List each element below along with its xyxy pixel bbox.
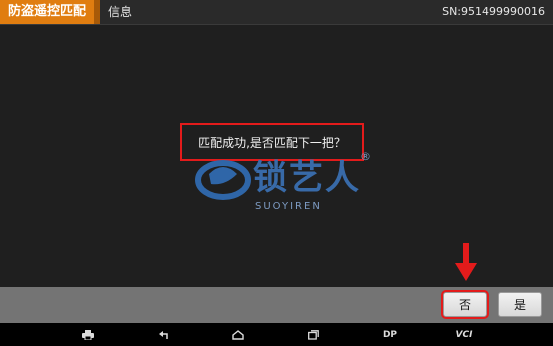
- recent-apps-icon[interactable]: [303, 323, 323, 346]
- registered-mark: ®: [360, 150, 371, 163]
- back-icon[interactable]: [154, 323, 174, 346]
- info-label: 信息: [108, 5, 133, 19]
- no-button[interactable]: 否: [441, 290, 489, 319]
- vci-button[interactable]: VCI: [450, 323, 478, 346]
- yes-button[interactable]: 是: [498, 292, 542, 317]
- watermark-sub: SUOYIREN: [255, 201, 322, 212]
- message-text: 匹配成功,是否匹配下一把？: [198, 135, 346, 150]
- watermark: 锁艺人 ® SUOYIREN: [195, 150, 375, 230]
- home-icon[interactable]: [228, 323, 248, 346]
- dp-label: DP: [382, 329, 398, 340]
- system-nav-bar: DP VCI: [0, 323, 553, 346]
- action-bar: 否 是: [0, 287, 553, 323]
- yes-button-label: 是: [513, 298, 526, 312]
- red-arrow-icon: [455, 243, 477, 281]
- dp-button[interactable]: DP: [378, 323, 402, 346]
- watermark-sub-text: SUOYIREN: [255, 201, 322, 212]
- no-button-label: 否: [458, 298, 471, 312]
- serial-number: SN:951499990016: [442, 5, 545, 18]
- watermark-brand: 锁艺人: [253, 158, 361, 198]
- module-title: 防盗遥控匹配: [0, 0, 100, 24]
- print-icon[interactable]: [78, 323, 98, 346]
- watermark-logo-icon: [195, 160, 251, 200]
- title-bar: 防盗遥控匹配 信息 SN:951499990016: [0, 0, 553, 25]
- vci-label: VCI: [455, 329, 473, 340]
